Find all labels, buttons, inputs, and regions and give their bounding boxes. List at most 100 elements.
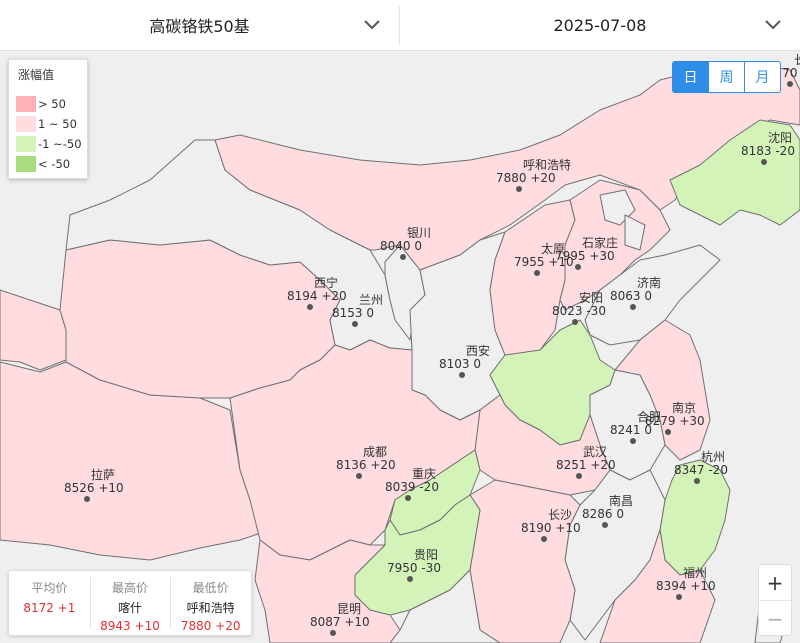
period-week-button[interactable]: 周 [708,61,745,93]
city-name: 杭州 [701,449,725,464]
zoom-in-button[interactable]: + [759,565,791,600]
city-value: 7950 -30 [387,561,441,575]
city-name: 西安 [466,343,490,358]
city-dot[interactable] [694,478,700,484]
legend-swatch [16,156,36,172]
city-name: 南京 [672,400,696,415]
city-value: 8183 -20 [741,144,795,158]
stat-min-city: 呼和浩特 [186,601,235,615]
zoom-out-button[interactable]: − [759,600,791,636]
city-value: 7995 +30 [555,249,615,263]
city-name: 成都 [363,445,387,459]
province-layer [0,51,800,643]
product-select[interactable]: 高碳铬铁50基 [0,0,399,50]
city-name: 武汉 [583,445,607,459]
legend-title: 涨幅值 [18,68,55,82]
city-value: 8039 -20 [385,480,439,494]
city-dot[interactable] [630,438,636,444]
city-value: 8347 -20 [674,463,728,477]
city-name: 济南 [637,275,661,290]
city-name: 安阳 [579,290,603,305]
city-name: 拉萨 [91,467,115,482]
date-select[interactable]: 2025-07-08 [400,0,800,50]
city-dot[interactable] [84,496,90,502]
stat-average-value: 8172 +1 [23,601,76,615]
city-name: 昆明 [337,602,361,616]
city-dot[interactable] [576,473,582,479]
stat-min: 最低价 呼和浩特 7880 +20 [170,571,251,635]
city-dot[interactable] [572,319,578,325]
city-value: 8190 +10 [521,521,581,535]
city-value: 8153 0 [332,306,374,320]
city-dot[interactable] [356,473,362,479]
legend-item: < -50 [16,156,70,172]
legend-label: > 50 [38,97,66,111]
top-bar: 高碳铬铁50基 2025-07-08 [0,0,800,51]
city-dot[interactable] [665,429,671,435]
city-dot[interactable] [602,522,608,528]
city-name: 南昌 [609,493,633,508]
legend-panel: 涨幅值 > 50 1 ~ 50 -1 ~-50 < -50 [8,59,88,179]
stat-min-value: 7880 +20 [180,619,241,633]
price-stats-panel: 平均价 8172 +1 最高价 喀什 8943 +10 最低价 呼和浩特 788… [8,570,252,636]
city-value: 8279 +30 [645,414,705,428]
legend-item: -1 ~-50 [16,136,82,152]
period-toggle: 日 周 月 [672,61,781,93]
city-dot[interactable] [575,264,581,270]
city-dot[interactable] [330,630,336,636]
city-name: 长 [794,53,800,67]
city-dot[interactable] [516,186,522,192]
city-dot[interactable] [761,159,767,165]
city-value: 8286 0 [582,507,624,521]
city-name: 福州 [683,565,707,580]
city-name: 沈阳 [768,130,792,145]
city-dot[interactable] [630,304,636,310]
city-dot[interactable] [307,304,313,310]
product-select-value: 高碳铬铁50基 [149,17,250,36]
stat-min-label: 最低价 [192,581,229,595]
city-name: 呼和浩特 [523,157,571,172]
city-dot[interactable] [541,536,547,542]
city-name: 重庆 [412,467,436,481]
city-value: 8040 0 [380,239,422,253]
city-name: 兰州 [359,293,383,307]
legend-swatch [16,116,36,132]
city-name: 银川 [407,226,431,240]
legend-label: -1 ~-50 [38,137,82,151]
legend-label: 1 ~ 50 [38,117,77,131]
city-value: 7880 +20 [496,171,556,185]
stat-max: 最高价 喀什 8943 +10 [89,571,171,635]
stat-average: 平均价 8172 +1 [9,571,90,635]
city-value: 8136 +20 [336,458,396,472]
city-value: 8023 -30 [552,304,606,318]
period-day-button[interactable]: 日 [672,61,709,93]
city-dot[interactable] [352,321,358,327]
city-dot[interactable] [459,372,465,378]
city-dot[interactable] [534,270,540,276]
city-value: 8251 +20 [556,458,616,472]
city-dot[interactable] [405,495,411,501]
chevron-down-icon [765,20,781,30]
stat-max-city: 喀什 [118,601,143,615]
legend-swatch [16,136,36,152]
stat-average-label: 平均价 [31,581,68,595]
city-value: 8063 0 [610,289,652,303]
province-hunan[interactable] [469,479,581,643]
city-name: 贵阳 [414,548,438,562]
chevron-down-icon [364,20,380,30]
city-dot[interactable] [400,254,406,260]
stat-max-label: 最高价 [112,581,149,595]
city-name: 石家庄 [582,235,618,250]
period-month-button[interactable]: 月 [744,61,781,93]
city-dot[interactable] [787,81,793,87]
legend-swatch [16,96,36,112]
legend-item: > 50 [16,96,66,112]
stat-max-value: 8943 +10 [100,619,160,633]
city-dot[interactable] [407,576,413,582]
city-value: 8194 +20 [287,289,347,303]
city-name: 西宁 [314,275,338,290]
china-price-map[interactable]: 长8270沈阳8183 -20呼和浩特7880 +20银川8040 0太原795… [0,51,800,643]
city-dot[interactable] [676,594,682,600]
city-value: 8103 0 [439,357,481,371]
date-select-value: 2025-07-08 [553,15,647,35]
